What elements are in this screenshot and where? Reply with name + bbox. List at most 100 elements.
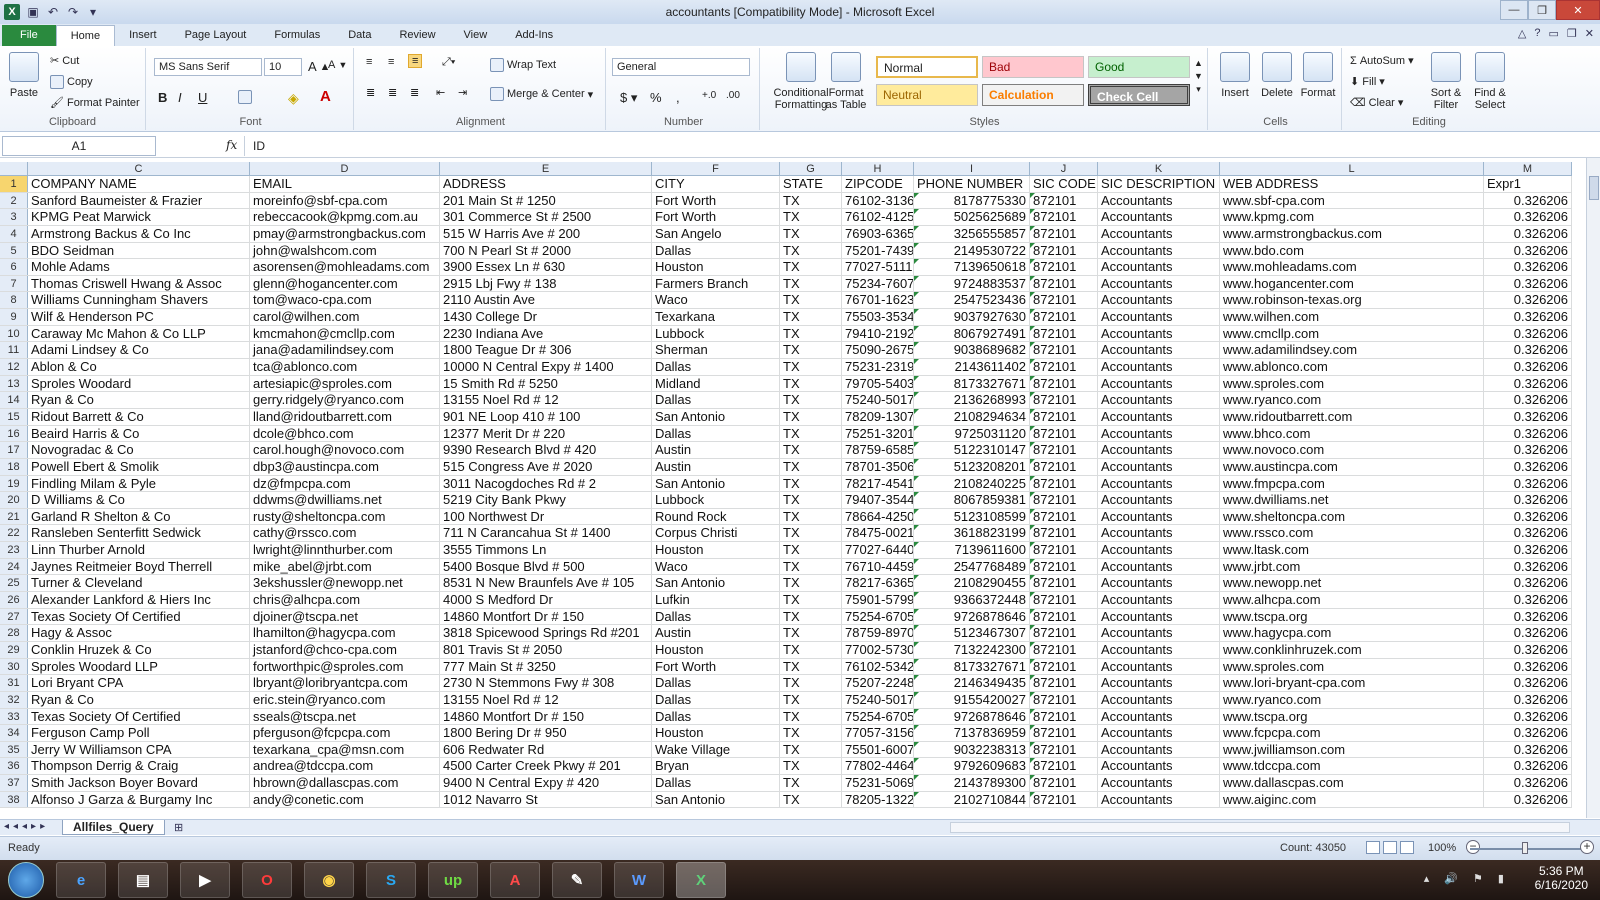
table-cell[interactable]: 0.326206 [1484, 608, 1572, 625]
table-cell[interactable]: 0.326206 [1484, 775, 1572, 791]
table-cell[interactable]: 0.326206 [1484, 392, 1572, 408]
table-cell[interactable]: Dallas [652, 359, 780, 375]
comma-icon[interactable]: , [676, 90, 680, 105]
merge-center-button[interactable]: Merge & Center ▾ [490, 87, 593, 101]
table-cell[interactable]: Conklin Hruzek & Co [28, 641, 250, 658]
table-cell[interactable]: 0.326206 [1484, 558, 1572, 575]
table-cell[interactable]: moreinfo@sbf-cpa.com [250, 192, 440, 209]
sheet-tab[interactable]: Allfiles_Query [62, 820, 165, 835]
table-cell[interactable]: rusty@sheltoncpa.com [250, 508, 440, 525]
table-cell[interactable]: jana@adamilindsey.com [250, 342, 440, 359]
row-header[interactable]: 26 [0, 592, 28, 608]
table-cell[interactable]: www.robinson-texas.org [1220, 292, 1484, 309]
table-cell[interactable]: 872101 [1030, 592, 1098, 608]
table-cell[interactable]: cathy@rssco.com [250, 525, 440, 542]
zoom-slider-knob[interactable] [1522, 842, 1528, 854]
table-cell[interactable]: www.ablonco.com [1220, 359, 1484, 375]
table-cell[interactable]: asorensen@mohleadams.com [250, 259, 440, 275]
table-cell[interactable]: 2108294634 [914, 408, 1030, 425]
table-cell[interactable]: Accountants [1098, 458, 1220, 475]
tab-home[interactable]: Home [55, 25, 116, 46]
cut-button[interactable]: ✂ Cut [50, 54, 79, 68]
table-cell[interactable]: TX [780, 209, 842, 225]
table-cell[interactable]: Lubbock [652, 492, 780, 508]
table-cell[interactable]: TX [780, 392, 842, 408]
table-cell[interactable]: Dallas [652, 675, 780, 691]
table-cell[interactable]: 0.326206 [1484, 225, 1572, 242]
table-cell[interactable]: 872101 [1030, 492, 1098, 508]
table-cell[interactable]: 872101 [1030, 325, 1098, 342]
table-cell[interactable]: tca@ablonco.com [250, 359, 440, 375]
table-cell[interactable]: dz@fmpcpa.com [250, 475, 440, 492]
table-cell[interactable]: Farmers Branch [652, 275, 780, 292]
table-cell[interactable]: Accountants [1098, 275, 1220, 292]
row-header[interactable]: 33 [0, 708, 28, 725]
table-cell[interactable]: 2915 Lbj Fwy # 138 [440, 275, 652, 292]
table-cell[interactable]: www.novoco.com [1220, 442, 1484, 458]
style-calculation[interactable]: Calculation [982, 84, 1084, 106]
row-header[interactable]: 28 [0, 625, 28, 641]
table-cell[interactable]: 872101 [1030, 259, 1098, 275]
table-cell[interactable]: 872101 [1030, 625, 1098, 641]
word-icon[interactable]: W [614, 862, 664, 898]
table-cell[interactable]: Dallas [652, 608, 780, 625]
table-cell[interactable]: 3818 Spicewood Springs Rd #201 [440, 625, 652, 641]
table-cell[interactable]: 0.326206 [1484, 375, 1572, 392]
table-cell[interactable]: Austin [652, 458, 780, 475]
table-cell[interactable]: www.wilhen.com [1220, 309, 1484, 325]
table-cell[interactable]: TX [780, 225, 842, 242]
table-cell[interactable]: andy@conetic.com [250, 791, 440, 808]
table-cell[interactable]: www.kpmg.com [1220, 209, 1484, 225]
row-header[interactable]: 16 [0, 425, 28, 442]
align-middle-icon[interactable]: ≡ [388, 56, 394, 68]
table-cell[interactable]: 2230 Indiana Ave [440, 325, 652, 342]
table-cell[interactable]: Accountants [1098, 259, 1220, 275]
table-cell[interactable]: 872101 [1030, 275, 1098, 292]
table-cell[interactable]: 872101 [1030, 225, 1098, 242]
table-cell[interactable]: 0.326206 [1484, 425, 1572, 442]
table-cell[interactable]: Linn Thurber Arnold [28, 542, 250, 558]
row-header[interactable]: 29 [0, 641, 28, 658]
style-bad[interactable]: Bad [982, 56, 1084, 78]
table-cell[interactable]: San Antonio [652, 475, 780, 492]
table-cell[interactable]: 901 NE Loop 410 # 100 [440, 408, 652, 425]
table-cell[interactable]: 76102-5342 [842, 658, 914, 675]
table-cell[interactable]: carol.hough@novoco.com [250, 442, 440, 458]
table-cell[interactable]: Alfonso J Garza & Burgamy Inc [28, 791, 250, 808]
table-cell[interactable]: Accountants [1098, 542, 1220, 558]
copy-button[interactable]: Copy [50, 75, 93, 89]
table-cell[interactable]: 8173327671 [914, 658, 1030, 675]
table-cell[interactable]: 2102710844 [914, 791, 1030, 808]
table-cell[interactable]: Waco [652, 558, 780, 575]
table-cell[interactable]: 78759-8970 [842, 625, 914, 641]
table-cell[interactable]: 711 N Carancahua St # 1400 [440, 525, 652, 542]
table-cell[interactable]: 9400 N Central Expy # 420 [440, 775, 652, 791]
zoom-level[interactable]: 100% [1428, 842, 1456, 854]
underline-button[interactable]: U [198, 90, 207, 105]
table-cell[interactable]: Accountants [1098, 708, 1220, 725]
table-cell[interactable]: Accountants [1098, 558, 1220, 575]
table-cell[interactable]: TX [780, 791, 842, 808]
fill-color-icon[interactable]: ◈ [288, 90, 299, 107]
skype-icon[interactable]: S [366, 862, 416, 898]
table-cell[interactable]: 872101 [1030, 209, 1098, 225]
table-cell[interactable]: BDO Seidman [28, 242, 250, 259]
table-cell[interactable]: 606 Redwater Rd [440, 741, 652, 758]
redo-icon[interactable]: ↷ [66, 5, 80, 19]
tab-insert[interactable]: Insert [115, 25, 171, 46]
table-cell[interactable]: Accountants [1098, 192, 1220, 209]
table-cell[interactable]: Accountants [1098, 209, 1220, 225]
column-header-c[interactable]: C [28, 162, 250, 176]
table-cell[interactable]: Accountants [1098, 741, 1220, 758]
table-cell[interactable]: Caraway Mc Mahon & Co LLP [28, 325, 250, 342]
percent-icon[interactable]: % [650, 90, 662, 105]
table-cell[interactable]: 76701-1623 [842, 292, 914, 309]
table-cell[interactable]: 0.326206 [1484, 675, 1572, 691]
table-cell[interactable]: hbrown@dallascpas.com [250, 775, 440, 791]
table-cell[interactable]: TX [780, 192, 842, 209]
row-header[interactable]: 30 [0, 658, 28, 675]
table-cell[interactable]: 77027-6440 [842, 542, 914, 558]
table-cell[interactable]: www.sproles.com [1220, 375, 1484, 392]
table-cell[interactable]: Accountants [1098, 325, 1220, 342]
table-cell[interactable]: 1012 Navarro St [440, 791, 652, 808]
